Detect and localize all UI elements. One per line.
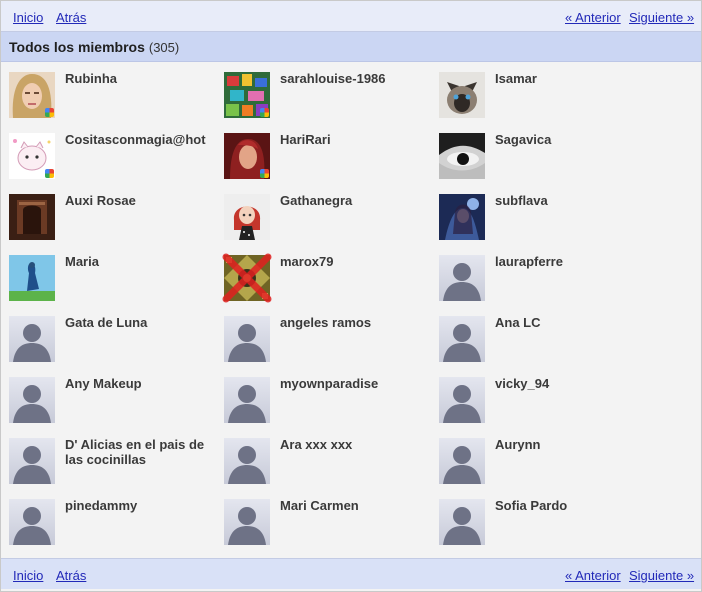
member-item[interactable]: angeles ramos: [224, 300, 434, 362]
next-page-link[interactable]: Siguiente »: [629, 10, 694, 25]
member-name[interactable]: Gata de Luna: [65, 315, 215, 330]
default-avatar-icon[interactable]: [9, 377, 55, 423]
member-item[interactable]: Sagavica: [439, 117, 649, 179]
google-badge-icon: [45, 108, 54, 117]
top-navigation-bar: Inicio Atrás « Anterior Siguiente »: [1, 1, 701, 32]
default-avatar-icon[interactable]: [224, 377, 270, 423]
member-item[interactable]: Sofia Pardo: [439, 483, 649, 545]
member-item[interactable]: Rubinha: [9, 56, 219, 118]
member-name[interactable]: Rubinha: [65, 71, 215, 86]
member-item[interactable]: Mari Carmen: [224, 483, 434, 545]
member-item[interactable]: pinedammy: [9, 483, 219, 545]
member-name[interactable]: Ana LC: [495, 315, 645, 330]
member-item[interactable]: Maria: [9, 239, 219, 301]
member-item[interactable]: marox79: [222, 239, 434, 303]
member-name[interactable]: Ara xxx xxx: [280, 437, 430, 452]
bottom-navigation-bar: Inicio Atrás « Anterior Siguiente »: [1, 558, 701, 589]
back-link[interactable]: Atrás: [56, 568, 86, 583]
member-name[interactable]: D' Alicias en el pais de las cocinillas: [65, 437, 215, 467]
default-avatar-icon[interactable]: [9, 438, 55, 484]
member-item[interactable]: Cositasconmagia@hot: [9, 117, 219, 179]
member-avatar[interactable]: [224, 133, 270, 179]
default-avatar-icon[interactable]: [224, 438, 270, 484]
google-badge-icon: [260, 169, 269, 178]
member-item[interactable]: laurapferre: [439, 239, 649, 301]
member-name[interactable]: myownparadise: [280, 376, 430, 391]
member-item[interactable]: Any Makeup: [9, 361, 219, 423]
member-avatar[interactable]: [439, 72, 485, 118]
member-count: (305): [148, 40, 180, 55]
home-link[interactable]: Inicio: [13, 568, 43, 583]
google-badge-icon: [260, 108, 269, 117]
member-name[interactable]: Mari Carmen: [280, 498, 430, 513]
member-avatar[interactable]: [9, 72, 55, 118]
member-name[interactable]: subflava: [495, 193, 645, 208]
default-avatar-icon[interactable]: [439, 377, 485, 423]
member-avatar[interactable]: [224, 72, 270, 118]
member-name[interactable]: marox79: [280, 254, 430, 269]
member-avatar[interactable]: [439, 133, 485, 179]
member-avatar[interactable]: [439, 194, 485, 240]
member-name[interactable]: Any Makeup: [65, 376, 215, 391]
home-link[interactable]: Inicio: [13, 10, 43, 25]
member-avatar[interactable]: [224, 255, 270, 301]
member-item[interactable]: Gathanegra: [224, 178, 434, 240]
members-title: Todos los miembros: [9, 39, 145, 55]
member-item[interactable]: Ara xxx xxx: [224, 422, 434, 484]
member-item[interactable]: D' Alicias en el pais de las cocinillas: [9, 422, 219, 484]
member-item[interactable]: vicky_94: [439, 361, 649, 423]
member-name[interactable]: HariRari: [280, 132, 430, 147]
member-name[interactable]: Maria: [65, 254, 215, 269]
member-item[interactable]: Isamar: [439, 56, 649, 118]
member-item[interactable]: Auxi Rosae: [9, 178, 219, 240]
member-item[interactable]: HariRari: [224, 117, 434, 179]
default-avatar-icon[interactable]: [439, 316, 485, 362]
member-name[interactable]: angeles ramos: [280, 315, 430, 330]
member-avatar[interactable]: [9, 194, 55, 240]
previous-page-link[interactable]: « Anterior: [565, 568, 621, 583]
default-avatar-icon[interactable]: [439, 255, 485, 301]
member-item[interactable]: myownparadise: [224, 361, 434, 423]
default-avatar-icon[interactable]: [224, 316, 270, 362]
member-name[interactable]: Gathanegra: [280, 193, 430, 208]
member-name[interactable]: Aurynn: [495, 437, 645, 452]
page-title: Todos los miembros (305): [9, 39, 179, 55]
member-name[interactable]: sarahlouise-1986: [280, 71, 430, 86]
member-name[interactable]: Sagavica: [495, 132, 645, 147]
members-widget: Inicio Atrás « Anterior Siguiente » Todo…: [0, 0, 702, 592]
next-page-link[interactable]: Siguiente »: [629, 568, 694, 583]
previous-page-link[interactable]: « Anterior: [565, 10, 621, 25]
member-avatar[interactable]: [9, 133, 55, 179]
default-avatar-icon[interactable]: [9, 316, 55, 362]
member-name[interactable]: laurapferre: [495, 254, 645, 269]
default-avatar-icon[interactable]: [439, 438, 485, 484]
member-item[interactable]: Aurynn: [439, 422, 649, 484]
member-item[interactable]: subflava: [439, 178, 649, 240]
member-name[interactable]: vicky_94: [495, 376, 645, 391]
member-item[interactable]: Ana LC: [439, 300, 649, 362]
default-avatar-icon[interactable]: [439, 499, 485, 545]
member-item[interactable]: sarahlouise-1986: [224, 56, 434, 118]
members-grid: Rubinha sarahlouise-1986 Isamar Cositasconm…: [1, 62, 701, 558]
back-link[interactable]: Atrás: [56, 10, 86, 25]
member-avatar[interactable]: [9, 255, 55, 301]
member-name[interactable]: Cositasconmagia@hot: [65, 132, 215, 147]
member-name[interactable]: pinedammy: [65, 498, 215, 513]
member-item[interactable]: Gata de Luna: [9, 300, 219, 362]
member-name[interactable]: Isamar: [495, 71, 645, 86]
default-avatar-icon[interactable]: [9, 499, 55, 545]
member-name[interactable]: Auxi Rosae: [65, 193, 215, 208]
member-name[interactable]: Sofia Pardo: [495, 498, 645, 513]
google-badge-icon: [45, 169, 54, 178]
member-avatar[interactable]: [224, 194, 270, 240]
default-avatar-icon[interactable]: [224, 499, 270, 545]
